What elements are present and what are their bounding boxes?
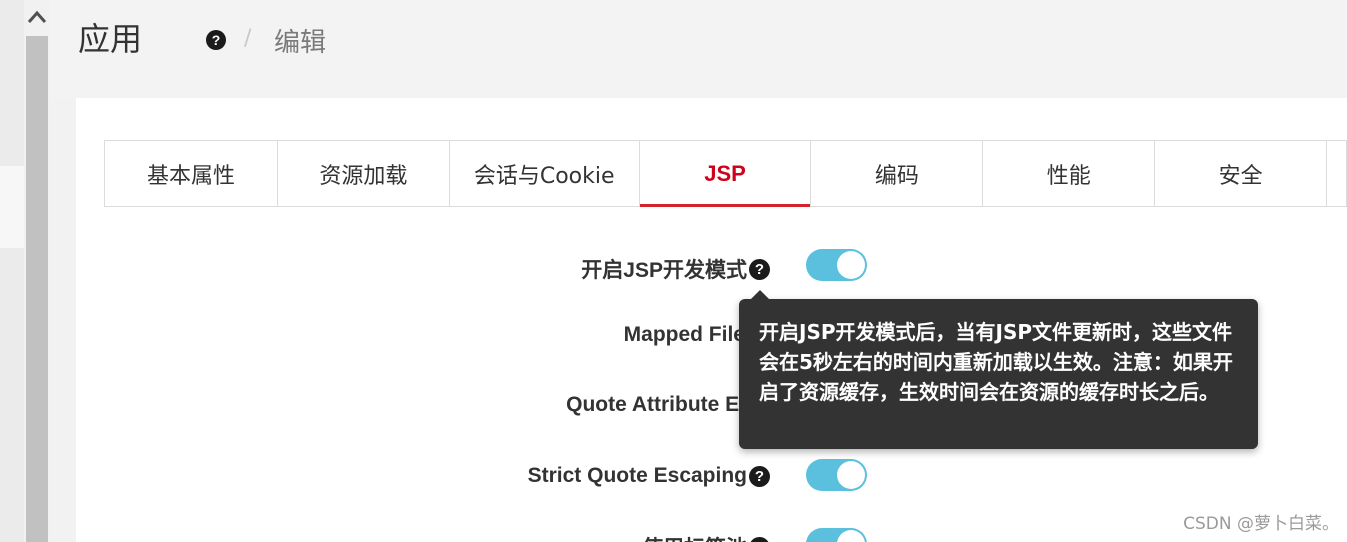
- tab-session-cookie[interactable]: 会话与Cookie: [450, 141, 640, 206]
- tab-bar: 基本属性 资源加载 会话与Cookie JSP 编码 性能 安全: [104, 140, 1347, 207]
- breadcrumb: 编辑: [274, 28, 327, 58]
- strict-quote-escaping-label: Strict Quote Escaping ?: [528, 464, 770, 488]
- tag-pool-toggle[interactable]: [806, 528, 867, 542]
- page-header: 应用 ? / 编辑: [50, 0, 1347, 98]
- sidebar-panel: [0, 166, 24, 248]
- page-title: 应用: [78, 20, 143, 58]
- watermark: CSDN @萝卜白菜。: [1183, 514, 1339, 534]
- help-tooltip: 开启JSP开发模式后，当有JSP文件更新时，这些文件会在5秒左右的时间内重新加载…: [739, 299, 1258, 449]
- question-icon[interactable]: ?: [206, 30, 226, 50]
- left-sidebar-strip: [0, 0, 24, 542]
- toggle-knob: [837, 461, 865, 489]
- question-icon[interactable]: ?: [749, 258, 770, 280]
- tag-pool-label: 使用标签池 ?: [642, 532, 770, 542]
- tab-resource-loading[interactable]: 资源加载: [278, 141, 450, 206]
- row-label-text: 开启JSP开发模式: [581, 259, 747, 282]
- tab-jsp[interactable]: JSP: [639, 141, 812, 207]
- jsp-dev-mode-label: 开启JSP开发模式 ?: [581, 254, 770, 284]
- row-label-text: Strict Quote Escaping: [527, 464, 747, 487]
- tab-overflow[interactable]: [1327, 141, 1347, 206]
- breadcrumb-separator: /: [244, 26, 252, 51]
- row-label-text: Mapped File: [623, 323, 745, 346]
- strict-quote-escaping-toggle[interactable]: [806, 459, 867, 491]
- question-icon[interactable]: ?: [749, 465, 770, 487]
- toggle-knob: [837, 530, 865, 542]
- chevron-up-icon[interactable]: [24, 0, 50, 34]
- scrollbar[interactable]: [24, 0, 50, 542]
- tab-encoding[interactable]: 编码: [811, 141, 984, 206]
- toggle-knob: [837, 251, 865, 279]
- question-icon[interactable]: ?: [749, 536, 770, 542]
- row-label-text: Quote Attribute El: [566, 393, 745, 416]
- quote-attribute-el-label: Quote Attribute El: [566, 393, 745, 417]
- tab-security[interactable]: 安全: [1155, 141, 1328, 206]
- row-label-text: 使用标签池: [642, 532, 747, 542]
- mapped-file-label: Mapped File: [624, 323, 745, 347]
- scrollbar-thumb[interactable]: [26, 36, 48, 542]
- jsp-dev-mode-toggle[interactable]: [806, 249, 867, 281]
- tab-basic[interactable]: 基本属性: [105, 141, 278, 206]
- tab-performance[interactable]: 性能: [983, 141, 1156, 206]
